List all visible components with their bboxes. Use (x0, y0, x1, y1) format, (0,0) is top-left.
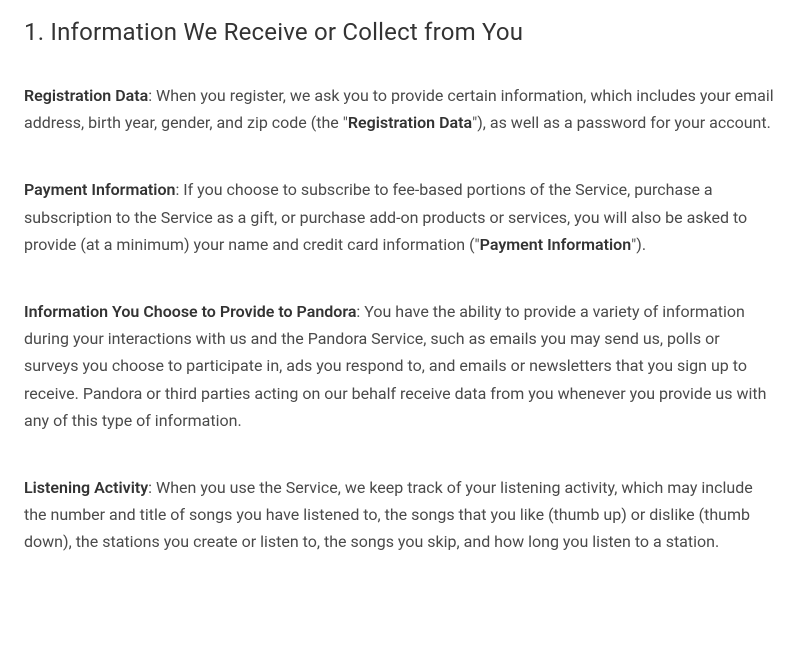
paragraph-payment-information: Payment Information: If you choose to su… (24, 176, 778, 258)
paragraph-label: Information You Choose to Provide to Pan… (24, 302, 356, 321)
paragraph-bold-mid: Payment Information (480, 235, 631, 254)
section-heading: 1. Information We Receive or Collect fro… (24, 18, 778, 46)
paragraph-label: Registration Data (24, 86, 148, 105)
paragraph-text-post: "), as well as a password for your accou… (472, 113, 771, 132)
paragraph-registration-data: Registration Data: When you register, we… (24, 82, 778, 136)
paragraph-text-pre: : You have the ability to provide a vari… (24, 302, 766, 430)
paragraph-info-choose-provide: Information You Choose to Provide to Pan… (24, 298, 778, 434)
paragraph-bold-mid: Registration Data (348, 113, 472, 132)
paragraph-text-post: "). (631, 235, 646, 254)
paragraph-listening-activity: Listening Activity: When you use the Ser… (24, 474, 778, 556)
paragraph-label: Listening Activity (24, 478, 148, 497)
paragraph-label: Payment Information (24, 180, 175, 199)
